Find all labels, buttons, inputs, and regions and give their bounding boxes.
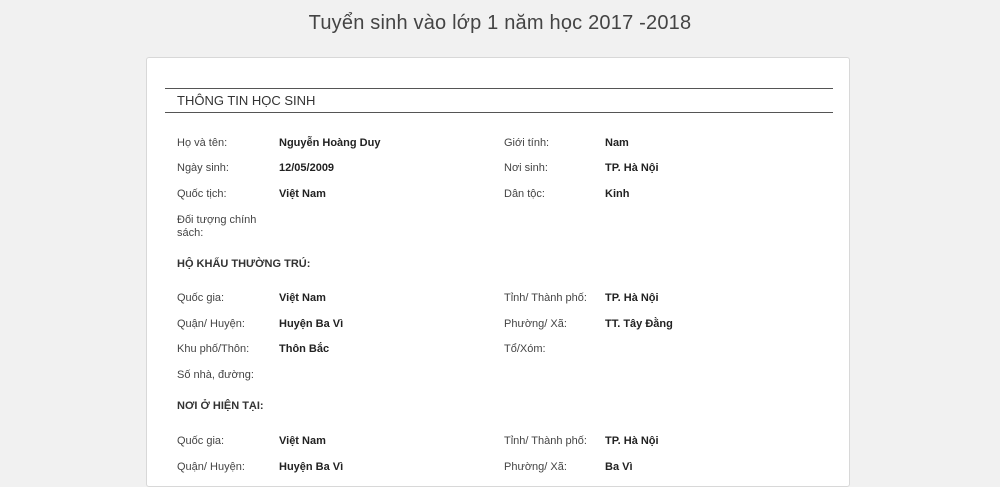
page-title: Tuyển sinh vào lớp 1 năm học 2017 -2018 bbox=[308, 12, 692, 34]
current-province-label: Tỉnh/ Thành phố: bbox=[504, 435, 587, 447]
birthplace-value: TP. Hà Nội bbox=[605, 162, 659, 174]
permanent-district-label: Quận/ Huyện: bbox=[177, 318, 245, 330]
dob-value: 12/05/2009 bbox=[279, 162, 335, 174]
permanent-ward-value: TT. Tây Đằng bbox=[605, 318, 673, 330]
full-name-label: Họ và tên: bbox=[177, 137, 228, 149]
permanent-street-label: Số nhà, đường: bbox=[177, 369, 254, 381]
gender-value: Nam bbox=[605, 137, 629, 149]
current-country-label: Quốc gia: bbox=[177, 435, 225, 447]
permanent-district-value: Huyện Ba Vì bbox=[279, 318, 344, 330]
permanent-group-label: Tổ/Xóm: bbox=[504, 343, 546, 355]
ethnicity-value: Kinh bbox=[605, 188, 630, 200]
policy-label-line1: Đối tượng chính bbox=[177, 214, 257, 226]
ethnicity-label: Dân tộc: bbox=[504, 188, 545, 200]
current-heading: NƠI Ở HIỆN TẠI: bbox=[177, 400, 264, 412]
current-country-value: Việt Nam bbox=[279, 435, 326, 447]
permanent-ward-label: Phường/ Xã: bbox=[504, 318, 567, 330]
birthplace-label: Nơi sinh: bbox=[504, 162, 548, 174]
full-name-value: Nguyễn Hoàng Duy bbox=[279, 137, 381, 149]
permanent-area-label: Khu phố/Thôn: bbox=[177, 343, 250, 355]
permanent-province-value: TP. Hà Nội bbox=[605, 292, 659, 304]
current-province-value: TP. Hà Nội bbox=[605, 435, 659, 447]
permanent-heading: HỘ KHẨU THƯỜNG TRÚ: bbox=[177, 258, 311, 270]
current-district-value: Huyện Ba Vì bbox=[279, 461, 344, 473]
permanent-country-value: Việt Nam bbox=[279, 292, 326, 304]
student-info-card: THÔNG TIN HỌC SINH Họ và tên: Nguyễn Hoà… bbox=[146, 57, 850, 487]
permanent-province-label: Tỉnh/ Thành phố: bbox=[504, 292, 587, 304]
current-ward-value: Ba Vì bbox=[605, 461, 633, 473]
permanent-country-label: Quốc gia: bbox=[177, 292, 225, 304]
current-ward-label: Phường/ Xã: bbox=[504, 461, 567, 473]
current-district-label: Quận/ Huyện: bbox=[177, 461, 245, 473]
permanent-area-value: Thôn Bắc bbox=[279, 343, 330, 355]
gender-label: Giới tính: bbox=[504, 137, 550, 149]
section-header: THÔNG TIN HỌC SINH bbox=[165, 88, 833, 113]
policy-label-line2: sách: bbox=[177, 227, 204, 239]
nationality-value: Việt Nam bbox=[279, 188, 326, 200]
dob-label: Ngày sinh: bbox=[177, 162, 229, 174]
nationality-label: Quốc tịch: bbox=[177, 188, 227, 200]
section-title: THÔNG TIN HỌC SINH bbox=[177, 93, 316, 108]
